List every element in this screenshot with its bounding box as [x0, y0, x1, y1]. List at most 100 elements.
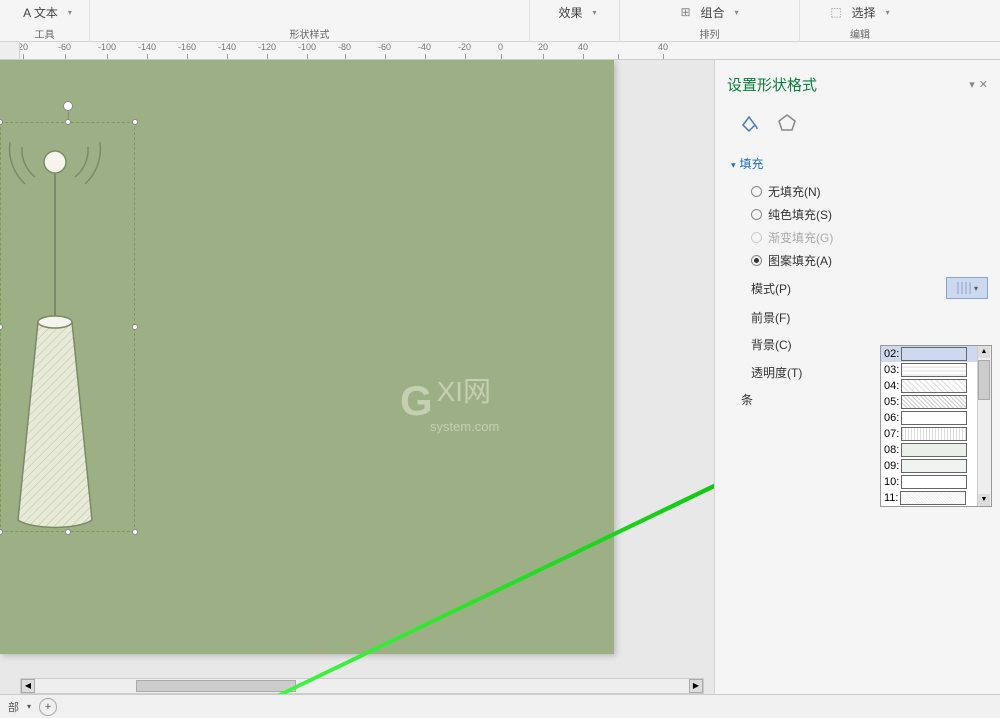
resize-handle-br[interactable]: [132, 529, 138, 535]
ruler-tick: -100: [298, 42, 316, 52]
ruler-tick: -60: [378, 42, 391, 52]
ribbon-group-arrange: ⊞组合▾ 排列: [620, 0, 800, 42]
ruler-marks: 20 -60 -100 -140 -160 -140 -120 -100 -80…: [20, 42, 1000, 59]
dropdown-scrollbar[interactable]: ▲ ▼: [977, 346, 991, 506]
resize-handle-tr[interactable]: [132, 119, 138, 125]
panel-menu-button[interactable]: ▾: [969, 78, 975, 91]
radio-label: 无填充(N): [768, 183, 821, 200]
ruler-tick: -40: [418, 42, 431, 52]
radio-icon: [751, 186, 762, 197]
ruler-tick: -160: [178, 42, 196, 52]
radio-label: 图案填充(A): [768, 252, 832, 269]
paint-bucket-icon: [737, 111, 761, 135]
ruler-corner: [0, 42, 20, 59]
pattern-option[interactable]: 04:: [881, 378, 991, 394]
resize-handle-ml[interactable]: [0, 324, 3, 330]
pattern-option[interactable]: 06:: [881, 410, 991, 426]
effects-button[interactable]: 效果: [552, 2, 588, 23]
prop-label: 模式(P): [751, 280, 811, 297]
prop-label: 背景(C): [751, 336, 811, 353]
pattern-option[interactable]: 03:: [881, 362, 991, 378]
watermark-big: G: [400, 377, 433, 424]
pattern-option[interactable]: 09:: [881, 458, 991, 474]
pattern-picker-button[interactable]: [946, 277, 988, 299]
scroll-left-button[interactable]: ◀: [21, 679, 35, 693]
status-label: 部: [8, 699, 19, 715]
rotate-handle[interactable]: [63, 101, 73, 111]
ribbon-group-edit: ⬚选择▾ 编辑: [800, 0, 920, 42]
pentagon-icon: [775, 111, 799, 135]
pattern-option[interactable]: 02:: [881, 346, 991, 362]
pattern-list: 02: 03: 04: 05: 06: 07: 08: 09: 10: 11:: [881, 346, 991, 506]
pattern-option[interactable]: 10:: [881, 474, 991, 490]
watermark-text: XI网: [437, 376, 491, 407]
prop-label: 条: [741, 391, 801, 408]
radio-icon: [751, 255, 762, 266]
ruler-tick: -100: [98, 42, 116, 52]
status-bar: 部 ▾ +: [0, 694, 1000, 718]
status-dropdown-icon[interactable]: ▾: [27, 702, 31, 711]
scroll-up-button[interactable]: ▲: [978, 346, 990, 358]
pattern-option[interactable]: 05:: [881, 394, 991, 410]
format-shape-panel: 设置形状格式 ▾ ✕ 填充 无填充(N) 纯色填充(S): [714, 60, 1000, 694]
scroll-down-button[interactable]: ▼: [978, 494, 990, 506]
scroll-thumb[interactable]: [978, 360, 990, 400]
drawing-canvas[interactable]: G XI网 system.com: [0, 60, 614, 654]
panel-close-button[interactable]: ✕: [979, 78, 988, 91]
ruler-tick: 40: [578, 42, 588, 52]
panel-title: 设置形状格式: [727, 74, 817, 95]
ribbon-group-shape-styles: 形状样式: [90, 0, 530, 42]
prop-label: 透明度(T): [751, 364, 811, 381]
radio-solid-fill[interactable]: 纯色填充(S): [751, 203, 988, 226]
text-tool-button[interactable]: A 文本: [17, 2, 64, 23]
pattern-option[interactable]: 08:: [881, 442, 991, 458]
ribbon-group-label: 排列: [700, 26, 720, 41]
canvas-viewport[interactable]: G XI网 system.com ◀ ▶: [0, 60, 714, 694]
ruler-tick: -20: [458, 42, 471, 52]
scroll-right-button[interactable]: ▶: [689, 679, 703, 693]
ruler-tick: 20: [20, 42, 28, 52]
ruler-tick: -140: [138, 42, 156, 52]
radio-no-fill[interactable]: 无填充(N): [751, 180, 988, 203]
group-button[interactable]: 组合: [695, 2, 731, 23]
resize-handle-mr[interactable]: [132, 324, 138, 330]
ruler-tick: 40: [658, 42, 668, 52]
radio-icon: [751, 232, 762, 243]
group-icon[interactable]: ⊞: [680, 5, 690, 19]
horizontal-scrollbar[interactable]: ◀ ▶: [20, 678, 704, 694]
watermark: G XI网 system.com: [400, 370, 499, 434]
ribbon-group-label: 形状样式: [290, 26, 330, 41]
pattern-swatch-icon: [956, 282, 972, 294]
select-icon[interactable]: ⬚: [830, 5, 841, 19]
ribbon-group-tools: A 文本 ▾ 工具: [0, 0, 90, 42]
prop-label: 前景(F): [751, 309, 811, 326]
add-page-button[interactable]: +: [39, 698, 57, 716]
foreground-row: 前景(F): [727, 304, 988, 331]
pattern-mode-row: 模式(P): [727, 272, 988, 304]
ribbon-group-label: 编辑: [850, 26, 870, 41]
resize-handle-tc[interactable]: [65, 119, 71, 125]
ruler-tick: 0: [498, 42, 503, 52]
radio-label: 纯色填充(S): [768, 206, 832, 223]
main-area: G XI网 system.com ◀ ▶ 设置形状格式: [0, 60, 1000, 694]
ribbon-group-effects: 效果▾: [530, 0, 620, 42]
ribbon-group-label: 工具: [35, 26, 55, 41]
ruler-horizontal: 20 -60 -100 -140 -160 -140 -120 -100 -80…: [0, 42, 1000, 60]
select-button[interactable]: 选择: [846, 2, 882, 23]
pattern-option[interactable]: 11:: [881, 490, 991, 506]
ruler-tick: -80: [338, 42, 351, 52]
fill-tab[interactable]: [735, 109, 763, 137]
resize-handle-bc[interactable]: [65, 529, 71, 535]
watermark-sub: system.com: [430, 419, 499, 434]
pattern-dropdown[interactable]: 02: 03: 04: 05: 06: 07: 08: 09: 10: 11: …: [880, 345, 992, 507]
radio-label: 渐变填充(G): [768, 229, 833, 246]
effects-tab[interactable]: [773, 109, 801, 137]
scroll-thumb[interactable]: [136, 680, 296, 692]
dropdown-icon[interactable]: ▾: [68, 8, 72, 17]
resize-handle-tl[interactable]: [0, 119, 3, 125]
selection-box[interactable]: [0, 122, 135, 532]
pattern-option[interactable]: 07:: [881, 426, 991, 442]
resize-handle-bl[interactable]: [0, 529, 3, 535]
radio-pattern-fill[interactable]: 图案填充(A): [751, 249, 988, 272]
fill-section-header[interactable]: 填充: [727, 151, 988, 180]
